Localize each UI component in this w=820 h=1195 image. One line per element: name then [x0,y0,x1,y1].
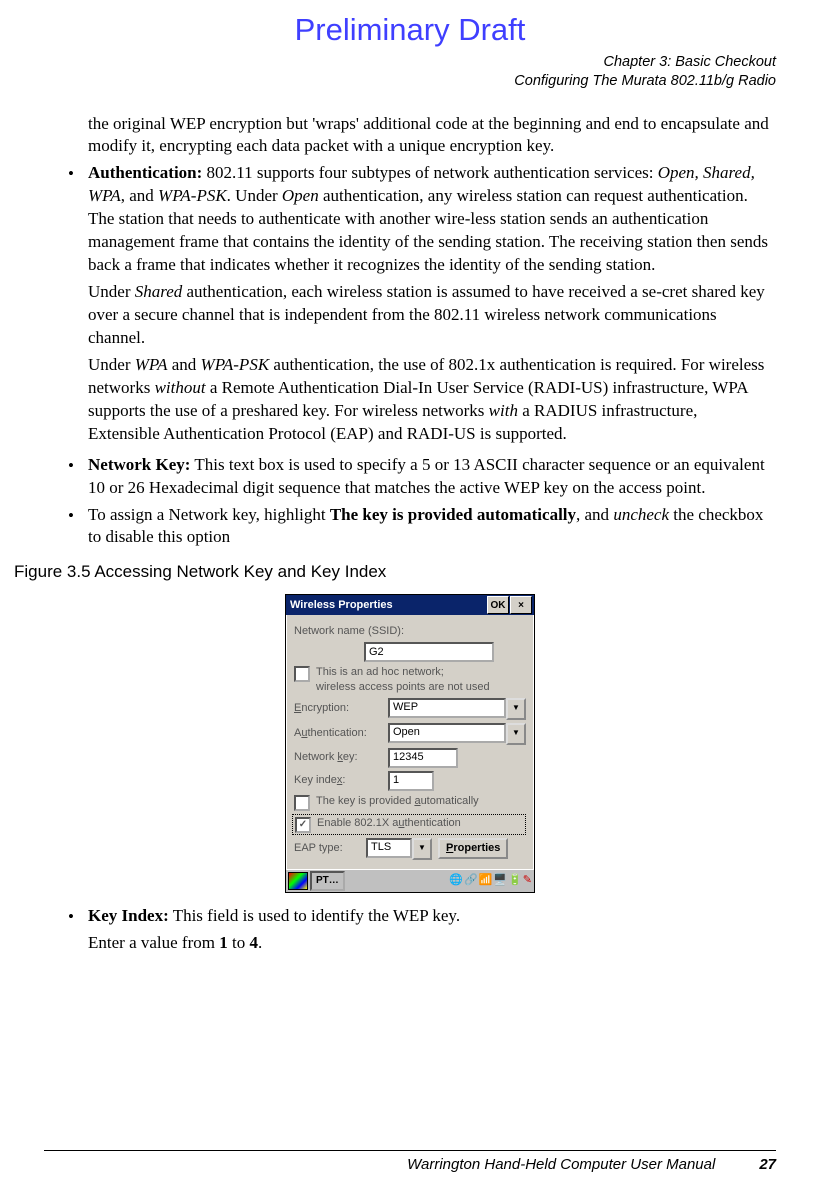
preliminary-draft-label: Preliminary Draft [44,9,776,51]
wireless-properties-dialog: Wireless Properties OK × Network name (S… [285,594,535,893]
tray-icon[interactable]: 📶 [479,873,493,888]
authentication-combo[interactable]: Open ▼ [388,723,526,745]
network-key-field[interactable]: 12345 [388,748,458,768]
chevron-down-icon[interactable]: ▼ [412,838,432,860]
encryption-label: Encryption: [294,701,382,716]
auto-key-checkbox[interactable] [294,795,310,811]
header-chapter: Chapter 3: Basic Checkout [44,53,776,72]
tray-icon[interactable]: 🔗 [464,873,478,888]
tray-icon[interactable]: 🖥️ [493,873,507,888]
eap-type-label: EAP type: [294,841,360,856]
system-tray: 🌐 🔗 📶 🖥️ 🔋 ✎ [449,873,532,888]
bullet-assign-key: • To assign a Network key, highlight The… [68,504,770,550]
chevron-down-icon[interactable]: ▼ [506,723,526,745]
key-index-label: Key index: [294,773,382,788]
close-button[interactable]: × [510,596,532,614]
key-index-field[interactable]: 1 [388,771,434,791]
authentication-label: Authentication: [294,726,382,741]
ssid-field[interactable]: G2 [364,642,494,662]
start-button[interactable] [288,872,308,890]
auto-key-row[interactable]: The key is provided automatically [294,794,526,811]
eap-type-combo[interactable]: TLS ▼ [366,838,432,860]
taskbar: PT… 🌐 🔗 📶 🖥️ 🔋 ✎ [286,869,534,892]
tray-icon[interactable]: 🔋 [508,873,522,888]
dialog-title: Wireless Properties [290,598,393,613]
footer-manual-title: Warrington Hand-Held Computer User Manua… [156,1155,715,1175]
enable-8021x-checkbox[interactable]: ✓ [295,817,311,833]
adhoc-checkbox-row[interactable]: This is an ad hoc network; wireless acce… [294,665,526,695]
taskbar-app-button[interactable]: PT… [310,871,345,891]
network-key-label: Network key: [294,750,382,765]
ssid-label: Network name (SSID): [294,624,404,639]
figure-caption: Figure 3.5 Accessing Network Key and Key… [14,561,776,584]
ok-button[interactable]: OK [487,596,509,614]
encryption-combo[interactable]: WEP ▼ [388,698,526,720]
properties-button[interactable]: Properties [438,838,508,859]
page-footer: Warrington Hand-Held Computer User Manua… [44,1150,776,1175]
tray-icon[interactable]: 🌐 [449,873,463,888]
chevron-down-icon[interactable]: ▼ [506,698,526,720]
page-header: Chapter 3: Basic Checkout Configuring Th… [44,53,776,91]
enable-8021x-row[interactable]: ✓ Enable 802.1X authentication [292,814,526,835]
intro-paragraph: the original WEP encryption but 'wraps' … [88,113,770,159]
header-section: Configuring The Murata 802.11b/g Radio [44,72,776,91]
dialog-titlebar: Wireless Properties OK × [286,595,534,615]
tray-icon[interactable]: ✎ [523,873,532,888]
adhoc-checkbox[interactable] [294,666,310,682]
bullet-network-key: • Network Key: This text box is used to … [68,454,770,500]
footer-page-number: 27 [759,1155,776,1175]
bullet-authentication: • Authentication: 802.11 supports four s… [68,162,770,449]
bullet-key-index: • Key Index: This field is used to ident… [68,905,770,959]
